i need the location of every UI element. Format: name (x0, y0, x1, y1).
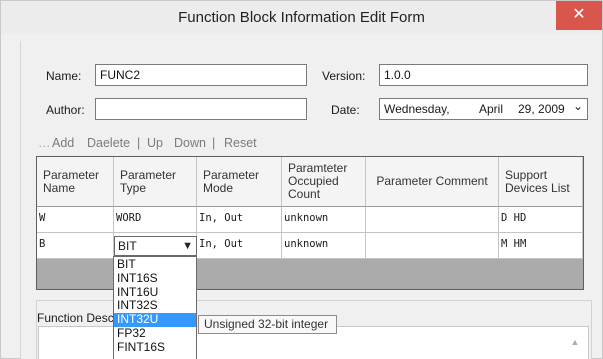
table-cell-type[interactable]: WORD (114, 207, 197, 233)
combobox-value: BIT (118, 239, 137, 253)
table-cell-mode[interactable]: In, Out (197, 207, 282, 233)
date-weekday: Wednesday, (384, 102, 450, 116)
delete-button[interactable]: Daelete (87, 136, 130, 150)
name-label: Name: (46, 69, 82, 83)
table-cell-devices[interactable]: D HD (499, 207, 583, 233)
dropdown-option[interactable]: INT16U (114, 285, 196, 300)
table-cell-devices[interactable]: M HM (499, 233, 583, 259)
combobox-arrow-icon[interactable]: ▼ (182, 237, 193, 255)
table-cell-comment[interactable] (366, 233, 499, 259)
version-label: Version: (322, 69, 366, 83)
column-header-name[interactable]: Parameter Name (37, 157, 114, 207)
column-header-type[interactable]: Parameter Type (114, 157, 197, 207)
up-button[interactable]: Up (147, 136, 163, 150)
author-input[interactable] (95, 98, 307, 120)
version-input[interactable]: 1.0.0 (379, 64, 588, 86)
dropdown-option[interactable]: FP32 (114, 326, 196, 341)
date-dropdown-icon[interactable]: ⌄ (573, 96, 583, 116)
date-day-year: 29, 2009 (518, 102, 565, 116)
toolbar-separator: | (137, 136, 141, 150)
close-icon: ✕ (572, 6, 586, 23)
name-input[interactable]: FUNC2 (95, 64, 307, 86)
column-header-mode[interactable]: Parameter Mode (197, 157, 282, 207)
dropdown-option-highlighted[interactable]: INT32U (114, 312, 196, 327)
date-picker[interactable]: Wednesday, April 29, 2009 ⌄ (379, 98, 588, 120)
option-tooltip: Unsigned 32-bit integer (198, 315, 337, 334)
down-button[interactable]: Down (174, 136, 206, 150)
add-button[interactable]: Add (52, 136, 74, 150)
column-header-devices[interactable]: Support Devices List (499, 157, 583, 207)
column-header-comment[interactable]: Parameter Comment (366, 157, 499, 207)
toolbar-grip-icon: … (38, 136, 50, 150)
dropdown-option[interactable]: INT32S (114, 299, 196, 313)
table-cell-mode[interactable]: In, Out (197, 233, 282, 259)
window-title: Function Block Information Edit Form (178, 9, 425, 26)
table-cell-count[interactable]: unknown (282, 233, 366, 259)
date-month: April (479, 102, 504, 116)
author-label: Author: (46, 103, 85, 117)
dropdown-option[interactable]: BIT (114, 257, 196, 272)
table-cell-count[interactable]: unknown (282, 207, 366, 233)
table-cell-comment[interactable] (366, 207, 499, 233)
dropdown-option[interactable]: INT16S (114, 271, 196, 286)
date-label: Date: (331, 103, 360, 117)
title-bar[interactable]: Function Block Information Edit Form ✕ (1, 1, 602, 34)
function-description-label: Function Description (37, 311, 113, 325)
dropdown-option[interactable]: FINT16S (114, 340, 196, 355)
parameter-type-combobox[interactable]: BIT ▼ (114, 236, 197, 256)
table-cell-name[interactable]: W (37, 207, 114, 233)
scroll-up-arrow-icon[interactable]: ▲ (568, 335, 582, 349)
parameter-type-dropdown-list[interactable]: BIT INT16S INT16U INT32S INT32U FP32 FIN… (113, 256, 197, 359)
column-header-count[interactable]: Paramteter Occupied Count (282, 157, 366, 207)
reset-button[interactable]: Reset (224, 136, 257, 150)
close-button[interactable]: ✕ (556, 1, 602, 30)
toolbar-separator: | (212, 136, 216, 150)
table-cell-name[interactable]: B (37, 233, 114, 259)
